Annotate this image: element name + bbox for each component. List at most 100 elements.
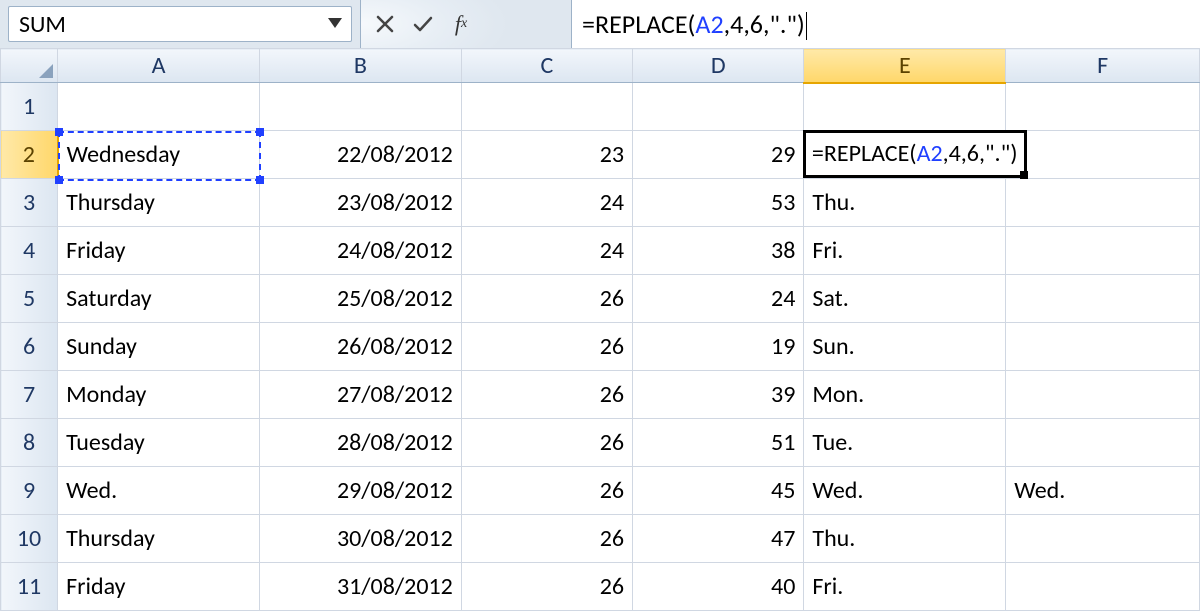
cell-C4[interactable]: 24 <box>461 227 632 275</box>
row-header-1[interactable]: 1 <box>1 83 58 131</box>
formula-bar: SUM fx =REPLACE(A2,4,6,".") <box>0 0 1200 49</box>
cell-B11[interactable]: 31/08/2012 <box>259 563 461 611</box>
column-header-A[interactable]: A <box>58 49 260 83</box>
cell-D10[interactable]: 47 <box>633 515 804 563</box>
column-header-E[interactable]: E <box>804 49 1006 83</box>
cell-D4[interactable]: 38 <box>633 227 804 275</box>
column-header-D[interactable]: D <box>633 49 804 83</box>
cell-E1[interactable] <box>804 83 1006 131</box>
cell-D1[interactable] <box>633 83 804 131</box>
cell-B4[interactable]: 24/08/2012 <box>259 227 461 275</box>
cell-A8[interactable]: Tuesday <box>58 419 260 467</box>
row-header-2[interactable]: 2 <box>1 131 58 179</box>
cell-D2[interactable]: 29 <box>633 131 804 179</box>
cell-F10[interactable] <box>1006 515 1200 563</box>
cell-E4[interactable]: Fri. <box>804 227 1006 275</box>
cell-E6[interactable]: Sun. <box>804 323 1006 371</box>
row-header-6[interactable]: 6 <box>1 323 58 371</box>
cell-B2[interactable]: 22/08/2012 <box>259 131 461 179</box>
cell-F11[interactable] <box>1006 563 1200 611</box>
cell-E3[interactable]: Thu. <box>804 179 1006 227</box>
cell-A2[interactable]: Wednesday <box>58 131 260 179</box>
cancel-formula-button[interactable] <box>371 10 399 38</box>
cell-D3[interactable]: 53 <box>633 179 804 227</box>
cell-A4[interactable]: Friday <box>58 227 260 275</box>
cell-C5[interactable]: 26 <box>461 275 632 323</box>
cell-A7[interactable]: Monday <box>58 371 260 419</box>
cell-C11[interactable]: 26 <box>461 563 632 611</box>
cell-C2[interactable]: 23 <box>461 131 632 179</box>
cell-D6[interactable]: 19 <box>633 323 804 371</box>
row-header-9[interactable]: 9 <box>1 467 58 515</box>
cell-C3[interactable]: 24 <box>461 179 632 227</box>
cell-editor-ref: A2 <box>917 139 943 168</box>
row-header-10[interactable]: 10 <box>1 515 58 563</box>
cell-B5[interactable]: 25/08/2012 <box>259 275 461 323</box>
table-row: 7Monday27/08/20122639Mon. <box>1 371 1200 419</box>
cell-E11[interactable]: Fri. <box>804 563 1006 611</box>
cell-A11[interactable]: Friday <box>58 563 260 611</box>
select-all-corner[interactable] <box>1 49 58 83</box>
cell-C9[interactable]: 26 <box>461 467 632 515</box>
column-header-C[interactable]: C <box>461 49 632 83</box>
row-header-8[interactable]: 8 <box>1 419 58 467</box>
cell-F4[interactable] <box>1006 227 1200 275</box>
table-row: 1 <box>1 83 1200 131</box>
worksheet-grid[interactable]: ABCDEF 12Wednesday22/08/201223293Thursda… <box>0 48 1200 616</box>
cell-B1[interactable] <box>259 83 461 131</box>
row-header-5[interactable]: 5 <box>1 275 58 323</box>
cell-F7[interactable] <box>1006 371 1200 419</box>
cell-F1[interactable] <box>1006 83 1200 131</box>
column-header-F[interactable]: F <box>1006 49 1200 83</box>
cell-E8[interactable]: Tue. <box>804 419 1006 467</box>
cell-B6[interactable]: 26/08/2012 <box>259 323 461 371</box>
cell-A10[interactable]: Thursday <box>58 515 260 563</box>
cell-A6[interactable]: Sunday <box>58 323 260 371</box>
cell-C6[interactable]: 26 <box>461 323 632 371</box>
cell-A5[interactable]: Saturday <box>58 275 260 323</box>
cell-E5[interactable]: Sat. <box>804 275 1006 323</box>
cell-D9[interactable]: 45 <box>633 467 804 515</box>
cell-B3[interactable]: 23/08/2012 <box>259 179 461 227</box>
name-box-value: SUM <box>19 10 66 39</box>
cell-F5[interactable] <box>1006 275 1200 323</box>
cell-C7[interactable]: 26 <box>461 371 632 419</box>
cell-F6[interactable] <box>1006 323 1200 371</box>
cell-A3[interactable]: Thursday <box>58 179 260 227</box>
cell-B7[interactable]: 27/08/2012 <box>259 371 461 419</box>
table-row: 10Thursday30/08/20122647Thu. <box>1 515 1200 563</box>
cell-F8[interactable] <box>1006 419 1200 467</box>
cell-C1[interactable] <box>461 83 632 131</box>
formula-ref: A2 <box>695 8 723 40</box>
cell-editor[interactable]: =REPLACE(A2,4,6,".") <box>803 130 1027 178</box>
cell-B8[interactable]: 28/08/2012 <box>259 419 461 467</box>
enter-formula-button[interactable] <box>409 10 437 38</box>
cell-D8[interactable]: 51 <box>633 419 804 467</box>
cell-E7[interactable]: Mon. <box>804 371 1006 419</box>
cell-A1[interactable] <box>58 83 260 131</box>
row-header-4[interactable]: 4 <box>1 227 58 275</box>
row-header-11[interactable]: 11 <box>1 563 58 611</box>
cell-B10[interactable]: 30/08/2012 <box>259 515 461 563</box>
cell-D7[interactable]: 39 <box>633 371 804 419</box>
cell-A9[interactable]: Wed. <box>58 467 260 515</box>
cell-C10[interactable]: 26 <box>461 515 632 563</box>
cell-B9[interactable]: 29/08/2012 <box>259 467 461 515</box>
insert-function-button[interactable]: fx <box>447 10 475 38</box>
name-box-dropdown-icon[interactable] <box>324 12 346 34</box>
formula-input[interactable]: =REPLACE(A2,4,6,".") <box>572 0 1200 48</box>
cell-E10[interactable]: Thu. <box>804 515 1006 563</box>
cell-D11[interactable]: 40 <box>633 563 804 611</box>
name-box[interactable]: SUM <box>8 6 352 42</box>
cell-D5[interactable]: 24 <box>633 275 804 323</box>
row-header-7[interactable]: 7 <box>1 371 58 419</box>
table-row: 9Wed.29/08/20122645Wed.Wed. <box>1 467 1200 515</box>
cell-E9[interactable]: Wed. <box>804 467 1006 515</box>
row-header-3[interactable]: 3 <box>1 179 58 227</box>
cell-C8[interactable]: 26 <box>461 419 632 467</box>
formula-prefix: =REPLACE( <box>582 8 695 40</box>
column-header-B[interactable]: B <box>259 49 461 83</box>
cell-F2[interactable] <box>1006 131 1200 179</box>
cell-F3[interactable] <box>1006 179 1200 227</box>
cell-F9[interactable]: Wed. <box>1006 467 1200 515</box>
